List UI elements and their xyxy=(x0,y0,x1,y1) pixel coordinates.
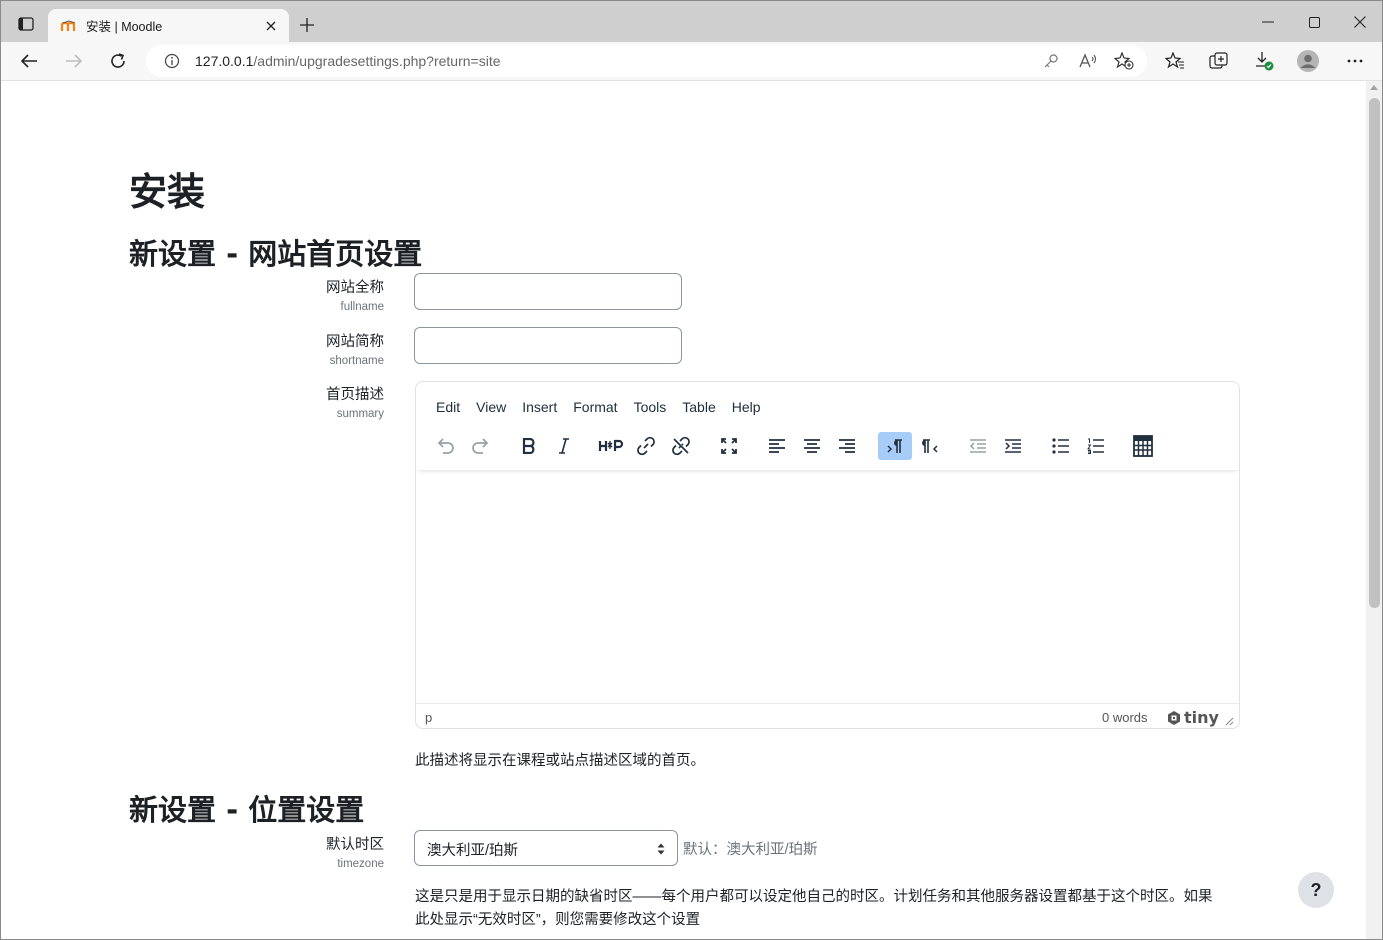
tiny-brand-icon xyxy=(1168,710,1180,725)
timezone-select[interactable]: 澳大利亚/珀斯 xyxy=(414,830,678,866)
link-icon[interactable] xyxy=(629,432,663,460)
moodle-favicon-icon xyxy=(60,19,78,33)
minimize-icon[interactable] xyxy=(1257,11,1279,33)
menu-format[interactable]: Format xyxy=(565,397,625,417)
address-bar[interactable]: 127.0.0.1/admin/upgradesettings.php?retu… xyxy=(146,45,1147,77)
timezone-help-text-line1: 这是只是用于显示日期的缺省时区——每个用户都可以设定他自己的时区。计划任务和其他… xyxy=(415,889,1213,905)
more-menu-icon[interactable] xyxy=(1343,50,1367,72)
favorites-icon[interactable] xyxy=(1163,50,1187,72)
tab-strip: 安装 | Moodle xyxy=(1,1,1382,42)
site-info-icon[interactable] xyxy=(161,51,183,71)
window-close-icon[interactable] xyxy=(1349,11,1371,33)
outdent-icon[interactable] xyxy=(961,432,995,460)
ltr-direction-icon[interactable] xyxy=(878,432,912,460)
scroll-up-arrow-icon[interactable] xyxy=(1370,85,1378,90)
timezone-label: 默认时区 timezone xyxy=(326,837,384,870)
editor-menubar: Edit View Insert Format Tools Table Help xyxy=(428,397,769,417)
element-path[interactable]: p xyxy=(425,710,432,725)
redo-icon[interactable] xyxy=(464,432,498,460)
fullname-input[interactable] xyxy=(414,273,682,310)
bold-icon[interactable] xyxy=(512,432,546,460)
key-icon[interactable] xyxy=(1040,51,1062,71)
word-count[interactable]: 0 words xyxy=(1102,710,1148,725)
tab-title: 安装 | Moodle xyxy=(86,20,163,34)
section-heading-frontpage: 新设置 - 网站首页设置 xyxy=(129,237,423,271)
navigation-bar: 127.0.0.1/admin/upgradesettings.php?retu… xyxy=(1,42,1382,81)
rtl-direction-icon[interactable] xyxy=(913,432,947,460)
select-updown-icon xyxy=(657,843,665,855)
summary-help-text: 此描述将显示在课程或站点描述区域的首页。 xyxy=(415,753,705,769)
menu-insert[interactable]: Insert xyxy=(514,397,565,417)
browser-tab-active[interactable]: 安装 | Moodle xyxy=(48,9,289,42)
scroll-thumb[interactable] xyxy=(1369,98,1380,608)
summary-rich-text-editor: Edit View Insert Format Tools Table Help xyxy=(415,381,1240,729)
collections-icon[interactable] xyxy=(1207,50,1231,72)
profile-avatar-icon[interactable] xyxy=(1296,50,1320,72)
timezone-selected-value: 澳大利亚/珀斯 xyxy=(427,843,519,859)
help-button[interactable]: ? xyxy=(1298,872,1334,908)
tiny-logo[interactable]: tiny xyxy=(1166,708,1219,727)
new-tab-icon[interactable] xyxy=(296,14,318,36)
editor-toolbar xyxy=(416,428,1239,470)
h5p-icon[interactable] xyxy=(594,432,628,460)
page-scrollbar[interactable] xyxy=(1366,81,1382,939)
refresh-icon[interactable] xyxy=(106,50,130,72)
add-favorite-icon[interactable] xyxy=(1113,51,1135,71)
fullname-label: 网站全称 fullname xyxy=(326,280,384,313)
forward-icon[interactable] xyxy=(62,50,86,72)
unlink-icon[interactable] xyxy=(664,432,698,460)
align-right-icon[interactable] xyxy=(830,432,864,460)
downloads-icon[interactable] xyxy=(1252,50,1276,72)
menu-help[interactable]: Help xyxy=(724,397,769,417)
timezone-help-text-line2: 此处显示“无效时区”，则您需要修改这个设置 xyxy=(415,912,701,928)
fullscreen-icon[interactable] xyxy=(712,432,746,460)
calculator-icon[interactable] xyxy=(1126,432,1160,460)
undo-icon[interactable] xyxy=(428,432,462,460)
editor-statusbar: p 0 words tiny xyxy=(416,703,1239,728)
page-content: 安装 新设置 - 网站首页设置 网站全称 fullname 网站简称 short… xyxy=(2,81,1366,939)
menu-table[interactable]: Table xyxy=(674,397,723,417)
shortname-label: 网站简称 shortname xyxy=(326,334,384,367)
back-icon[interactable] xyxy=(17,50,41,72)
section-heading-location: 新设置 - 位置设置 xyxy=(129,793,365,827)
page-title: 安装 xyxy=(129,170,206,214)
read-aloud-icon[interactable] xyxy=(1077,51,1099,71)
timezone-default-hint: 默认：澳大利亚/珀斯 xyxy=(683,842,818,858)
indent-icon[interactable] xyxy=(996,432,1030,460)
menu-tools[interactable]: Tools xyxy=(626,397,675,417)
menu-edit[interactable]: Edit xyxy=(428,397,468,417)
align-center-icon[interactable] xyxy=(795,432,829,460)
numbered-list-icon[interactable] xyxy=(1079,432,1113,460)
maximize-icon[interactable] xyxy=(1303,11,1325,33)
browser-window: 安装 | Moodle 127.0.0.1/admin/upgradesetti… xyxy=(0,0,1383,940)
tab-actions-icon[interactable] xyxy=(13,13,39,35)
italic-icon[interactable] xyxy=(547,432,581,460)
resize-handle-icon[interactable] xyxy=(1224,716,1234,726)
bullet-list-icon[interactable] xyxy=(1044,432,1078,460)
align-left-icon[interactable] xyxy=(760,432,794,460)
summary-label: 首页描述 summary xyxy=(326,387,384,420)
tab-close-icon[interactable] xyxy=(263,18,279,34)
url-text: 127.0.0.1/admin/upgradesettings.php?retu… xyxy=(195,53,501,69)
shortname-input[interactable] xyxy=(414,327,682,364)
menu-view[interactable]: View xyxy=(468,397,514,417)
